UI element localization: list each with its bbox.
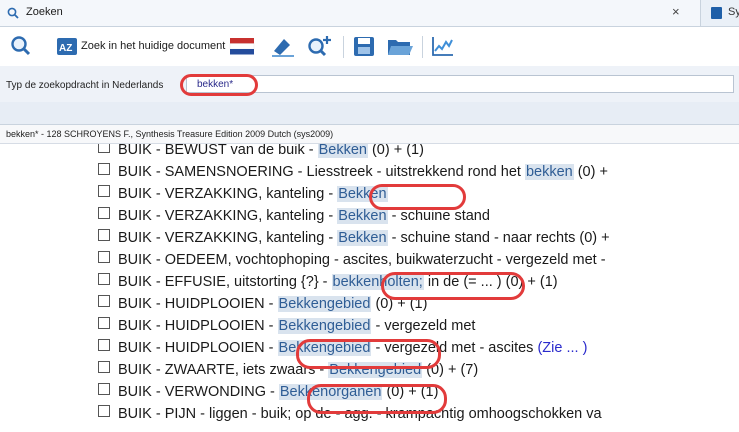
tab-synthesis-label: Sy bbox=[728, 6, 739, 18]
result-text-suffix: (0) + (1) bbox=[367, 144, 424, 158]
query-label: Typ de zoekopdracht in Nederlands bbox=[6, 80, 164, 91]
toolbar-divider bbox=[422, 36, 423, 58]
tab-bar: Zoeken × Sy bbox=[0, 0, 739, 27]
result-match-highlight: bekken bbox=[524, 164, 574, 180]
result-checkbox[interactable] bbox=[98, 317, 110, 329]
result-text-suffix: - schuine stand - naar rechts (0) + bbox=[387, 230, 610, 246]
result-text-suffix: (0) + bbox=[573, 164, 608, 180]
result-text: BUIK - VERZAKKING, kanteling - bbox=[118, 186, 338, 202]
query-panel-footer bbox=[0, 102, 739, 125]
search-input[interactable] bbox=[186, 75, 734, 93]
close-icon[interactable]: × bbox=[672, 4, 680, 19]
chart-icon[interactable] bbox=[430, 33, 456, 59]
result-checkbox[interactable] bbox=[98, 405, 110, 417]
result-checkbox[interactable] bbox=[98, 144, 110, 153]
result-summary-bar: bekken* - 128 SCHROYENS F., Synthesis Tr… bbox=[0, 125, 739, 144]
result-checkbox[interactable] bbox=[98, 229, 110, 241]
annotation-oval bbox=[381, 272, 525, 300]
result-row[interactable]: BUIK - HUIDPLOOIEN - Bekkengebied (0) + … bbox=[98, 293, 427, 315]
result-row[interactable]: BUIK - SAMENSNOERING - Liesstreek - uits… bbox=[98, 161, 608, 183]
search-add-icon[interactable] bbox=[305, 33, 335, 59]
tab-synthesis[interactable]: Sy bbox=[705, 0, 739, 26]
result-row[interactable]: BUIK - HUIDPLOOIEN - Bekkengebied - verg… bbox=[98, 315, 475, 337]
tab-zoeken[interactable]: Zoeken × bbox=[0, 0, 701, 26]
toolbar: AZ Zoek in het huidige document bbox=[0, 27, 739, 65]
result-checkbox[interactable] bbox=[98, 185, 110, 197]
result-match-highlight: Bekkengebied bbox=[277, 318, 372, 334]
result-text: BUIK - SAMENSNOERING - Liesstreek - uits… bbox=[118, 164, 525, 180]
book-icon bbox=[711, 7, 722, 19]
search-button[interactable] bbox=[8, 33, 34, 59]
result-checkbox[interactable] bbox=[98, 383, 110, 395]
result-match-highlight: Bekken bbox=[317, 144, 368, 158]
result-text: BUIK - VERWONDING - bbox=[118, 384, 279, 400]
result-row[interactable]: BUIK - OEDEEM, vochtophoping - ascites, … bbox=[98, 249, 606, 271]
result-checkbox[interactable] bbox=[98, 273, 110, 285]
annotation-oval bbox=[296, 339, 441, 369]
toolbar-divider bbox=[343, 36, 344, 58]
result-text: BUIK - VERZAKKING, kanteling - bbox=[118, 230, 338, 246]
result-checkbox[interactable] bbox=[98, 163, 110, 175]
search-scope-dropdown[interactable]: Zoek in het huidige document bbox=[81, 40, 225, 52]
annotation-oval bbox=[180, 74, 258, 96]
result-text: BUIK - VERZAKKING, kanteling - bbox=[118, 208, 338, 224]
result-text-suffix: - vergezeld met bbox=[371, 318, 476, 334]
clear-icon[interactable] bbox=[268, 33, 298, 59]
result-checkbox[interactable] bbox=[98, 295, 110, 307]
result-match-highlight: Bekkengebied bbox=[277, 296, 372, 312]
result-text: BUIK - HUIDPLOOIEN - bbox=[118, 296, 278, 312]
annotation-oval bbox=[369, 184, 466, 210]
result-text: BUIK - OEDEEM, vochtophoping - ascites, … bbox=[118, 252, 606, 268]
result-text: BUIK - ZWAARTE, iets zwaars - bbox=[118, 362, 329, 378]
result-row[interactable]: BUIK - VERZAKKING, kanteling - Bekken bbox=[98, 183, 388, 205]
open-folder-icon[interactable] bbox=[386, 33, 414, 59]
result-text-suffix: - schuine stand bbox=[387, 208, 490, 224]
result-checkbox[interactable] bbox=[98, 207, 110, 219]
result-match-highlight: Bekken bbox=[337, 230, 388, 246]
annotation-oval bbox=[307, 384, 447, 414]
result-summary: bekken* - 128 SCHROYENS F., Synthesis Tr… bbox=[6, 129, 334, 139]
search-icon bbox=[7, 7, 19, 19]
result-text: BUIK - BEWUST van de buik - bbox=[118, 144, 318, 158]
sort-az-icon[interactable]: AZ bbox=[56, 33, 78, 59]
result-text: BUIK - HUIDPLOOIEN - bbox=[118, 340, 278, 356]
see-also-link[interactable]: (Zie ... ) bbox=[537, 340, 587, 356]
result-match-highlight: Bekken bbox=[337, 208, 388, 224]
result-text: BUIK - HUIDPLOOIEN - bbox=[118, 318, 278, 334]
result-row[interactable]: BUIK - VERZAKKING, kanteling - Bekken - … bbox=[98, 227, 610, 249]
dutch-flag-icon[interactable] bbox=[229, 33, 255, 59]
result-row[interactable]: BUIK - BEWUST van de buik - Bekken (0) +… bbox=[98, 144, 424, 161]
tab-zoeken-label: Zoeken bbox=[26, 6, 63, 18]
query-row: Typ de zoekopdracht in Nederlands bbox=[0, 66, 739, 102]
result-checkbox[interactable] bbox=[98, 339, 110, 351]
svg-text:AZ: AZ bbox=[59, 43, 72, 54]
result-text: BUIK - EFFUSIE, uitstorting {?} - bbox=[118, 274, 332, 290]
result-checkbox[interactable] bbox=[98, 251, 110, 263]
save-icon[interactable] bbox=[352, 33, 376, 59]
result-checkbox[interactable] bbox=[98, 361, 110, 373]
